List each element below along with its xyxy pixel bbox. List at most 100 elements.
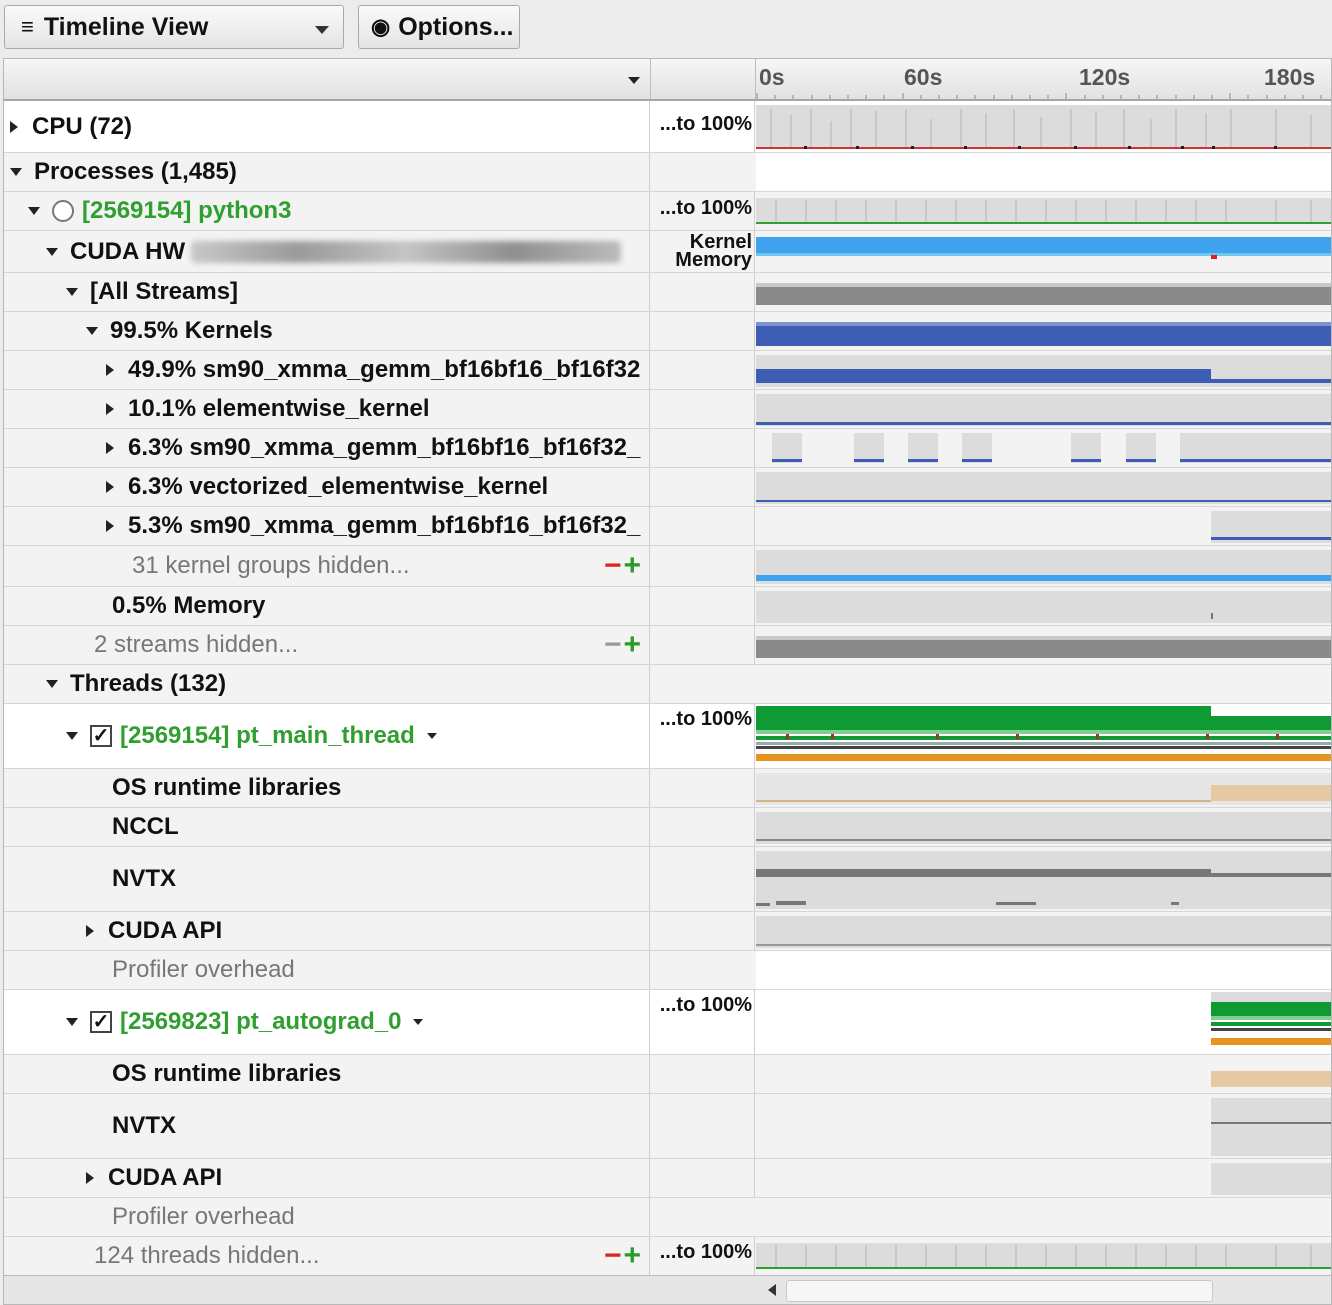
row-memory[interactable]: 0.5% Memory [4,587,1331,626]
cpu-track[interactable] [756,101,1331,152]
row-nvtx-2[interactable]: NVTX [4,1094,1331,1159]
scrollbar-thumb[interactable] [786,1280,1213,1302]
row-thread-autograd[interactable]: ✓ [2569823] pt_autograd_0 ...to 100% [4,990,1331,1055]
row-profiler-overhead-2[interactable]: Profiler overhead [4,1198,1331,1237]
row-all-streams[interactable]: [All Streams] [4,273,1331,312]
cuda-api-1-track[interactable] [756,912,1331,950]
collapse-button[interactable]: − [604,1239,624,1272]
chevron-down-icon [315,26,329,34]
streams-hidden-track[interactable] [756,626,1331,664]
all-streams-track[interactable] [756,273,1331,311]
threads-hidden-track[interactable] [756,1237,1331,1275]
cuda-api-2-track[interactable] [756,1159,1331,1197]
cuda-hw-track[interactable] [756,231,1331,272]
expand-button[interactable]: + [623,549,643,582]
expand-arrow-icon[interactable] [106,403,114,415]
row-kernel-groups-hidden: 31 kernel groups hidden... −+ [4,546,1331,587]
expand-arrow-icon[interactable] [106,364,114,376]
row-os-runtime-1[interactable]: OS runtime libraries [4,769,1331,808]
kernel-4-track[interactable] [756,468,1331,506]
kernel-1-track[interactable] [756,351,1331,389]
scroll-left-icon[interactable] [768,1284,776,1296]
row-column-header[interactable] [4,59,651,99]
row-label: CUDA API [108,917,223,944]
row-profiler-overhead-1[interactable]: Profiler overhead [4,951,1331,990]
scale-label-memory: Memory [675,249,752,271]
chevron-down-icon[interactable] [426,733,437,739]
main-thread-track[interactable] [756,704,1331,768]
row-cuda-hw[interactable]: CUDA HW Kernel Memory [4,231,1331,273]
nccl-track[interactable] [756,808,1331,846]
collapse-button[interactable]: − [604,628,624,661]
kernel-3-track[interactable] [756,429,1331,467]
row-thread-main[interactable]: ✓ [2569154] pt_main_thread ...to 100% [4,704,1331,769]
collapse-arrow-icon[interactable] [66,1018,78,1026]
row-nccl[interactable]: NCCL [4,808,1331,847]
row-kernel-1[interactable]: 49.9% sm90_xmma_gemm_bf16bf16_bf16f32 [4,351,1331,390]
nvtx-1-track[interactable] [756,847,1331,911]
time-ruler-ticks [756,93,1322,99]
row-cuda-api-2[interactable]: CUDA API [4,1159,1331,1198]
tick-label-0s: 0s [759,64,785,90]
kernel-groups-hidden-track[interactable] [756,546,1331,586]
chevron-down-icon [628,77,640,84]
row-label: [2569823] pt_autograd_0 [120,1008,402,1035]
expand-arrow-icon[interactable] [86,1172,94,1184]
row-kernel-2[interactable]: 10.1% elementwise_kernel [4,390,1331,429]
row-label: CPU (72) [32,112,133,140]
chevron-down-icon[interactable] [413,1019,424,1025]
memory-track[interactable] [756,587,1331,625]
tick-label-120s: 120s [1079,64,1131,90]
collapse-button[interactable]: − [604,549,624,582]
scale-column-header [651,59,756,99]
row-threads[interactable]: Threads (132) [4,665,1331,704]
kernels-track[interactable] [756,312,1331,350]
expand-button[interactable]: + [623,1239,643,1272]
nvtx-2-track[interactable] [756,1094,1331,1158]
row-cpu[interactable]: CPU (72) ...to 100% [4,101,1331,153]
row-kernels[interactable]: 99.5% Kernels [4,312,1331,351]
row-cuda-api-1[interactable]: CUDA API [4,912,1331,951]
expand-arrow-icon[interactable] [106,520,114,532]
row-kernel-4[interactable]: 6.3% vectorized_elementwise_kernel [4,468,1331,507]
horizontal-scrollbar[interactable] [4,1275,1331,1304]
python3-track[interactable] [756,192,1331,230]
collapse-arrow-icon[interactable] [46,680,58,688]
kernel-5-track[interactable] [756,507,1331,545]
menu-lines-icon: ≡ [21,14,34,39]
row-label: CUDA HW [70,237,186,265]
autograd-track[interactable] [756,990,1331,1054]
row-label: [All Streams] [90,278,239,305]
row-process-python3[interactable]: [2569154] python3 ...to 100% [4,192,1331,231]
row-kernel-3[interactable]: 6.3% sm90_xmma_gemm_bf16bf16_bf16f32_ [4,429,1331,468]
expand-arrow-icon[interactable] [106,481,114,493]
collapse-arrow-icon[interactable] [66,732,78,740]
row-streams-hidden: 2 streams hidden... −+ [4,626,1331,665]
expand-button[interactable]: + [623,628,643,661]
process-radio-button[interactable] [52,200,74,222]
collapse-arrow-icon[interactable] [10,168,22,176]
options-button[interactable]: ◉ Options... [358,5,520,49]
collapse-arrow-icon[interactable] [46,247,58,256]
collapse-arrow-icon[interactable] [28,207,40,215]
collapse-arrow-icon[interactable] [66,288,78,296]
collapse-arrow-icon[interactable] [86,327,98,335]
row-nvtx-1[interactable]: NVTX [4,847,1331,912]
row-kernel-5[interactable]: 5.3% sm90_xmma_gemm_bf16bf16_bf16f32_ [4,507,1331,546]
thread-checkbox[interactable]: ✓ [90,725,112,747]
row-label: 2 streams hidden... [94,631,299,658]
timeline-view-dropdown[interactable]: ≡ Timeline View [4,5,344,49]
expand-arrow-icon[interactable] [106,442,114,454]
row-label: Threads (132) [70,670,227,697]
row-label: NCCL [112,813,179,840]
expand-arrow-icon[interactable] [10,120,18,133]
row-processes[interactable]: Processes (1,485) [4,153,1331,192]
expand-arrow-icon[interactable] [86,925,94,937]
thread-checkbox[interactable]: ✓ [90,1011,112,1033]
os-runtime-2-track[interactable] [756,1055,1331,1093]
row-label: Processes (1,485) [34,158,237,185]
scale-label: ...to 100% [651,192,755,230]
row-os-runtime-2[interactable]: OS runtime libraries [4,1055,1331,1094]
kernel-2-track[interactable] [756,390,1331,428]
os-runtime-1-track[interactable] [756,769,1331,807]
